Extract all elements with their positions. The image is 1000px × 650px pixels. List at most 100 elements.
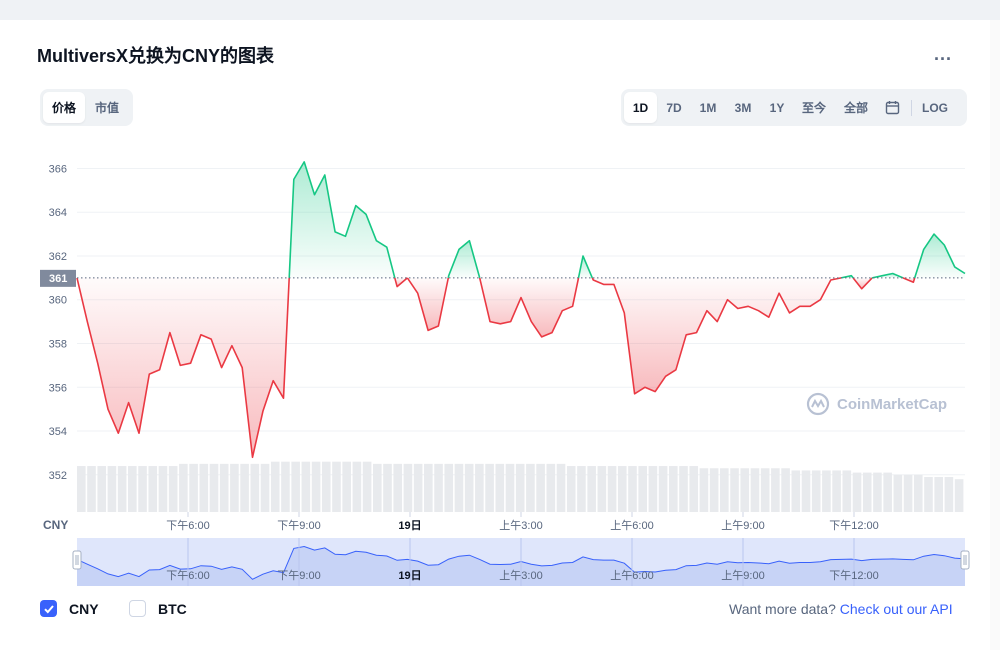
volume-bar [811,470,821,512]
navigator-handle[interactable] [960,550,970,570]
volume-bar [536,463,545,512]
volume-bar [158,466,168,512]
y-tick-label: 356 [49,382,67,394]
volume-bar [852,472,862,512]
area-below-baseline [77,277,290,458]
volume-bar [260,463,270,512]
volume-bar [903,474,913,512]
volume-bar [219,463,229,512]
volume-bar [362,461,372,512]
navigator-tick-label: 上午6:00 [610,569,653,582]
volume-bar [291,461,300,512]
volume-bar [97,466,107,512]
volume-bar [128,466,137,512]
volume-bar [270,461,280,512]
volume-bar [699,468,709,512]
volume-bar [281,461,290,512]
x-tick-label: 上午3:00 [499,519,542,532]
navigator[interactable]: 下午6:00 下午9:00 19日 上午3:00 上午6:00 上午9:00 下午12:00 [72,538,970,586]
legend-label-cny: CNY [69,600,99,617]
volume-bar [352,461,362,512]
x-tick-label: 上午9:00 [721,519,764,532]
baseline-label: 361 [49,273,67,285]
navigator-tick-label: 上午9:00 [721,569,764,582]
volume-bar [444,463,454,512]
checkbox-unchecked-icon[interactable] [129,600,146,617]
volume-bar [515,463,525,512]
volume-bar [720,468,729,512]
navigator-tick-label: 下午9:00 [277,569,320,582]
volume-bar [77,466,86,512]
volume-bar [117,466,127,512]
volume-bar [209,463,219,512]
volume-bar [617,466,627,512]
volume-bar [658,466,668,512]
volume-bar [321,461,331,512]
volume-bar [495,463,505,512]
x-tick-label: 下午9:00 [277,519,320,532]
volume-bar [689,466,699,512]
watermark: CoinMarketCap [806,392,947,416]
volume-bar [709,468,719,512]
legend-cny[interactable]: CNY [40,600,99,617]
volume-bar [393,463,403,512]
volume-bar [189,463,198,512]
volume-bar [750,468,760,512]
volume-bar [832,470,841,512]
volume-bar [240,463,249,512]
api-link[interactable]: Check out our API [840,601,953,617]
y-tick-label: 362 [49,251,67,263]
y-tick-label: 364 [49,207,67,219]
volume-bar [638,466,647,512]
volume-bar [373,463,382,512]
volume-bar [87,466,96,512]
volume-bar [577,466,586,512]
volume-bar [740,468,750,512]
volume-bar [771,468,780,512]
volume-bar [424,463,433,512]
navigator-tick-label: 下午12:00 [829,569,879,582]
price-chart[interactable]: 361 352354356358360362364366 CNY 下午6:00 下午… [0,0,1000,650]
volume-bar [883,472,892,512]
volume-bar [842,470,852,512]
volume-bar [179,463,188,512]
volume-bar [791,470,801,512]
volume-bar [434,463,443,512]
volume-bar [607,466,617,512]
volume-bar [954,479,964,512]
legend-btc[interactable]: BTC [129,600,187,617]
x-tick-label: 上午6:00 [610,519,653,532]
volume-bar [475,463,484,512]
volume-bar [801,470,811,512]
y-tick-label: 354 [49,426,67,438]
volume-bar [587,466,596,512]
volume-bar [873,472,882,512]
coinmarketcap-logo-icon [806,392,830,416]
watermark-text: CoinMarketCap [837,395,948,413]
navigator-handle[interactable] [72,550,82,570]
volume-bar [781,468,790,512]
volume-bar [556,463,566,512]
navigator-tick-label: 上午3:00 [499,569,542,582]
volume-bar [628,466,637,512]
volume-bar [505,463,515,512]
volume-bar [546,463,556,512]
volume-bar [301,461,311,512]
currency-label: CNY [43,518,68,532]
volume-bar [760,468,770,512]
navigator-tick-label: 下午6:00 [166,569,209,582]
volume-bar [893,474,903,512]
volume-bar [934,476,943,512]
x-tick-label: 19日 [398,519,421,532]
volume-bar [403,463,413,512]
volume-bar [485,463,494,512]
volume-bar [679,466,688,512]
volume-bar [526,463,535,512]
volume-bar [107,466,117,512]
area-above-baseline [289,161,395,278]
volume-bar [383,463,392,512]
legend-label-btc: BTC [158,600,187,617]
volume-bar [168,466,178,512]
checkbox-checked-icon[interactable] [40,600,57,617]
volume-bar [924,476,933,512]
